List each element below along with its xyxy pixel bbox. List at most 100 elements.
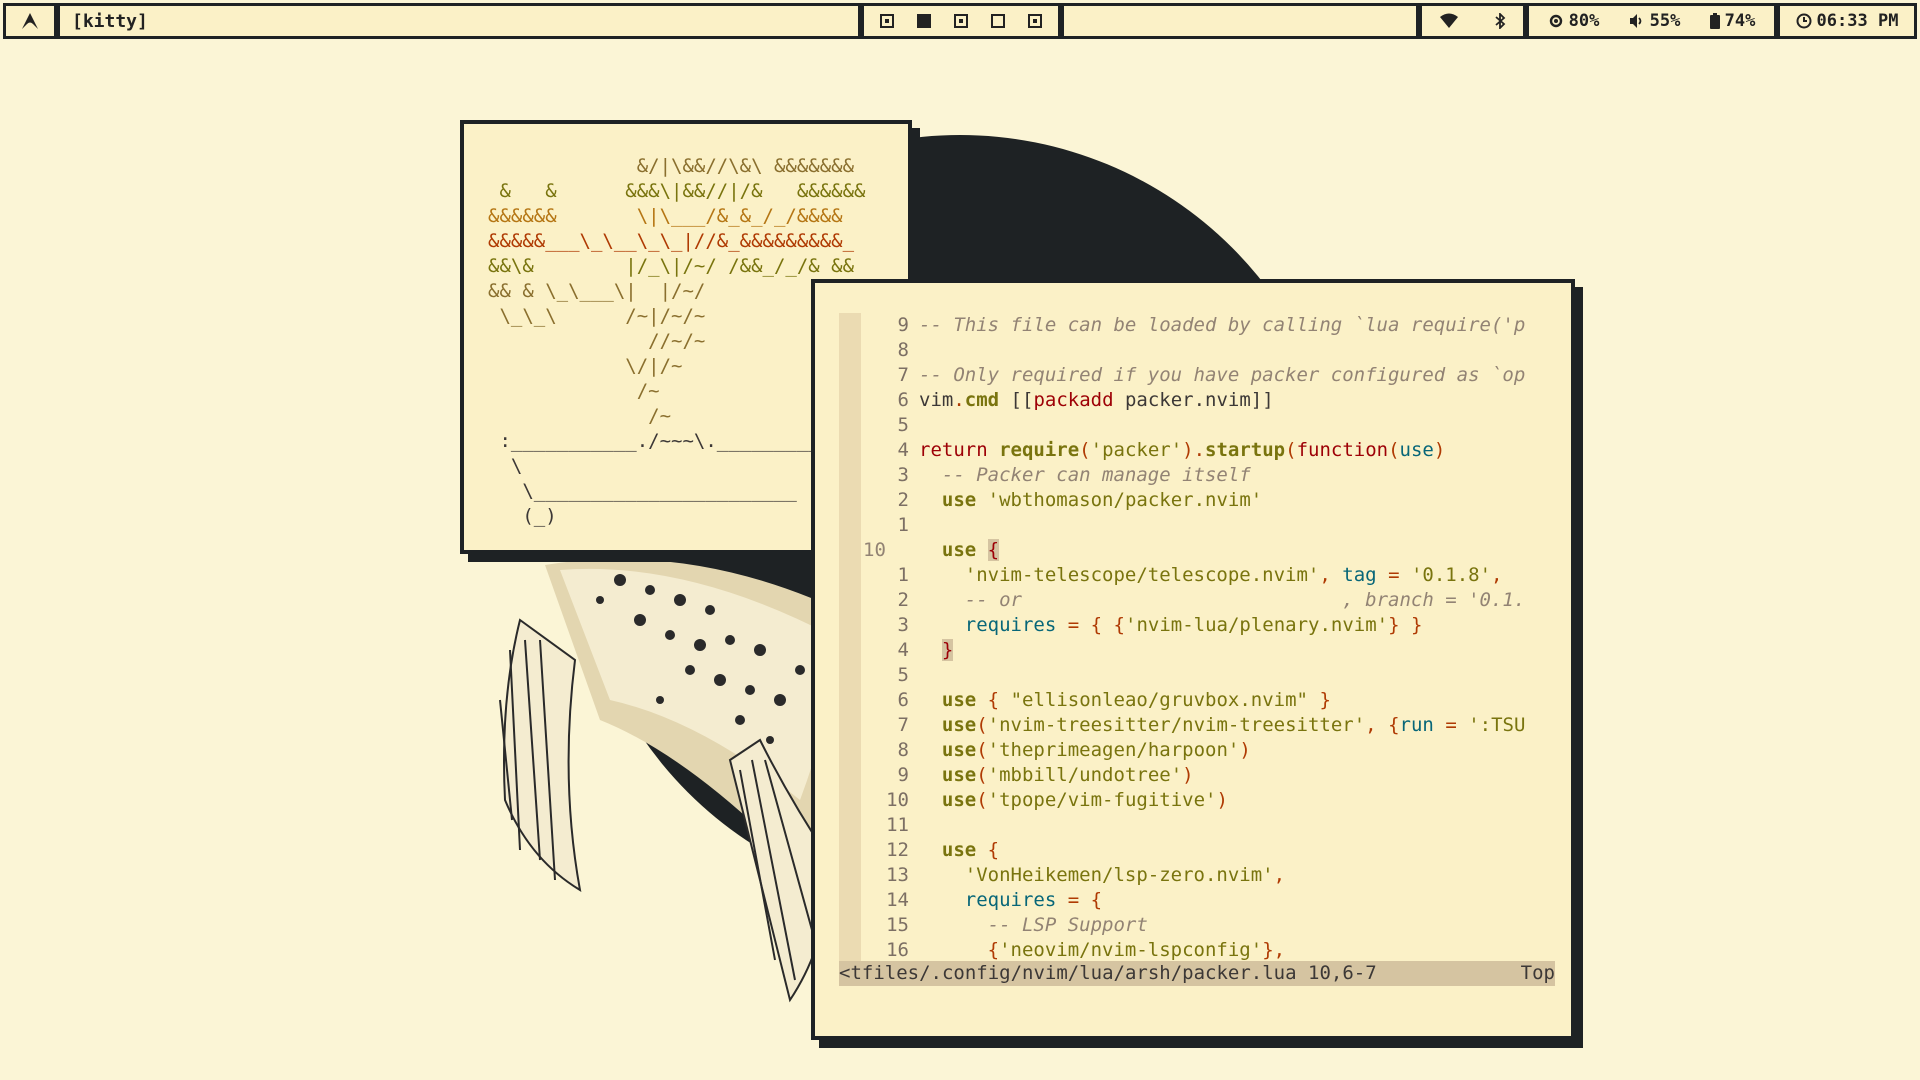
code-token: ) [1433, 439, 1446, 461]
arch-icon [22, 13, 38, 29]
line-text: -- Packer can manage itself [909, 463, 1251, 488]
line-text: 'nvim-telescope/telescope.nvim', tag = '… [909, 563, 1503, 588]
code-line[interactable]: 5 [861, 413, 1555, 438]
code-line[interactable]: 7 use('nvim-treesitter/nvim-treesitter',… [861, 713, 1555, 738]
art-line: //~/~ [488, 330, 706, 352]
workspace-3[interactable] [953, 14, 968, 28]
art-line: &/|\&&//\&\ &&&&&&& [488, 155, 855, 177]
art-line: :___________./~~~\.___________ [488, 430, 843, 452]
brightness-indicator[interactable]: 80% [1548, 11, 1599, 31]
editor-buffer[interactable]: 9 -- This file can be loaded by calling `… [861, 313, 1555, 963]
code-token: ( [976, 764, 988, 786]
code-token: { [987, 539, 1000, 561]
code-token: { [987, 839, 1000, 861]
code-token: = [1067, 889, 1080, 911]
art-line: /~ [488, 380, 660, 402]
code-line[interactable]: 6 use { "ellisonleao/gruvbox.nvim" } [861, 688, 1555, 713]
window-title-text: [kitty] [72, 10, 148, 32]
code-token: '0.1.8' [1410, 564, 1492, 586]
code-line[interactable]: 14 requires = { [861, 888, 1555, 913]
code-line[interactable]: 16 {'neovim/nvim-lspconfig'}, [861, 938, 1555, 963]
workspace-4[interactable] [991, 14, 1006, 28]
code-token: -- This file can be loaded by calling `l… [919, 314, 1526, 336]
line-number: 9 [897, 764, 909, 786]
art-line: \ [488, 455, 523, 477]
code-line[interactable]: 8 [861, 338, 1555, 363]
code-line[interactable]: 5 [861, 663, 1555, 688]
code-line[interactable]: 8 use('theprimeagen/harpoon') [861, 738, 1555, 763]
workspace-1[interactable] [879, 14, 894, 28]
code-token: use [941, 489, 977, 511]
art-line: &&&&&& \|\___/&_&_/_/&&&& [488, 205, 843, 227]
neovim-terminal[interactable]: 9 -- This file can be loaded by calling `… [811, 279, 1575, 1040]
code-token: 'nvim-telescope/telescope.nvim' [964, 564, 1320, 586]
workspace-5[interactable] [1028, 14, 1043, 28]
line-number: 7 [897, 364, 909, 386]
line-number: 5 [897, 414, 909, 436]
code-token: require [999, 439, 1080, 461]
code-line[interactable]: 7 -- Only required if you have packer con… [861, 363, 1555, 388]
code-line[interactable]: 4 return require('packer').startup(functi… [861, 438, 1555, 463]
code-line[interactable]: 12 use { [861, 838, 1555, 863]
launcher-button[interactable] [3, 3, 57, 39]
clock[interactable]: 06:33 PM [1777, 3, 1917, 39]
code-line-current[interactable]: 10 use { [861, 538, 1555, 563]
code-line[interactable]: 9 -- This file can be loaded by calling `… [861, 313, 1555, 338]
code-line[interactable]: 3 requires = { {'nvim-lua/plenary.nvim'}… [861, 613, 1555, 638]
workspace-2[interactable] [916, 14, 931, 28]
line-number: 2 [897, 589, 909, 611]
code-token: use [941, 539, 977, 561]
line-text: use { [909, 838, 999, 863]
code-token: ) [1182, 764, 1194, 786]
wifi-icon[interactable] [1439, 13, 1459, 29]
code-token: ( [1079, 439, 1091, 461]
bluetooth-icon[interactable] [1494, 13, 1506, 29]
code-token: use [1399, 439, 1434, 461]
line-text: return require('packer').startup(functio… [909, 438, 1445, 463]
code-line[interactable]: 13 'VonHeikemen/lsp-zero.nvim', [861, 863, 1555, 888]
code-token: ) [1216, 789, 1228, 811]
connectivity-tray [1419, 3, 1526, 39]
code-token: { [1113, 614, 1125, 636]
code-line[interactable]: 2 use 'wbthomason/packer.nvim' [861, 488, 1555, 513]
code-token: ( [1285, 439, 1297, 461]
line-number: 1 [897, 514, 909, 536]
code-line[interactable]: 1 'nvim-telescope/telescope.nvim', tag =… [861, 563, 1555, 588]
system-status-tray: 80% 55% 74% [1526, 3, 1777, 39]
code-line[interactable]: 1 [861, 513, 1555, 538]
code-token: 'VonHeikemen/lsp-zero.nvim' [964, 864, 1274, 886]
battery-indicator[interactable]: 74% [1709, 11, 1755, 31]
code-line[interactable]: 15 -- LSP Support [861, 913, 1555, 938]
volume-indicator[interactable]: 55% [1629, 11, 1680, 31]
code-line[interactable]: 10 use('tpope/vim-fugitive') [861, 788, 1555, 813]
top-bar: [kitty] 80% 55% 74% 06:33 PM [0, 0, 1920, 44]
code-line[interactable]: 6 vim.cmd [[packadd packer.nvim]] [861, 388, 1555, 413]
line-text [909, 813, 919, 838]
code-line[interactable]: 9 use('mbbill/undotree') [861, 763, 1555, 788]
line-text: use('nvim-treesitter/nvim-treesitter', {… [909, 713, 1526, 738]
code-line[interactable]: 4 } [861, 638, 1555, 663]
code-line[interactable]: 2 -- or , branch = '0.1. [861, 588, 1555, 613]
code-token: use [941, 689, 977, 711]
code-token: cmd [964, 389, 1000, 411]
code-token: = [1388, 564, 1400, 586]
line-number: 1 [897, 564, 909, 586]
code-line[interactable]: 3 -- Packer can manage itself [861, 463, 1555, 488]
code-line[interactable]: 11 [861, 813, 1555, 838]
code-token: ( [976, 714, 988, 736]
sign-column [839, 313, 861, 961]
